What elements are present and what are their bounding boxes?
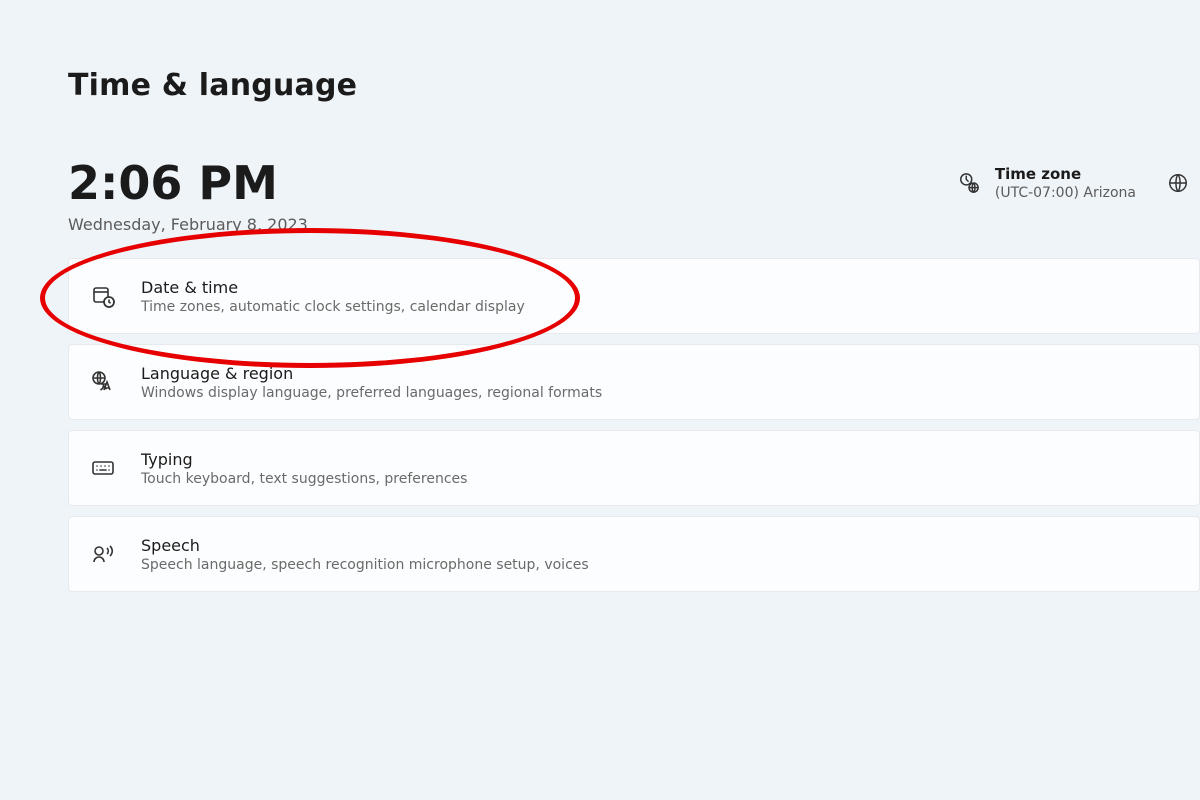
setting-date-time[interactable]: Date & time Time zones, automatic clock … [68, 258, 1200, 334]
timezone-value: (UTC-07:00) Arizona [995, 185, 1136, 201]
setting-typing[interactable]: Typing Touch keyboard, text suggestions,… [68, 430, 1200, 506]
setting-text: Date & time Time zones, automatic clock … [141, 278, 525, 315]
clock-block: 2:06 PM Wednesday, February 8, 2023 [68, 159, 308, 234]
setting-text: Speech Speech language, speech recogniti… [141, 536, 589, 573]
header-info: Time zone (UTC-07:00) Arizona [957, 165, 1190, 201]
setting-title: Date & time [141, 278, 525, 297]
settings-list: Date & time Time zones, automatic clock … [68, 258, 1200, 592]
setting-title: Speech [141, 536, 589, 555]
timezone-label: Time zone [995, 165, 1136, 183]
setting-language-region[interactable]: Language & region Windows display langua… [68, 344, 1200, 420]
time-language-page: Time & language 2:06 PM Wednesday, Febru… [0, 0, 1200, 592]
speech-icon [89, 540, 117, 568]
timezone-info[interactable]: Time zone (UTC-07:00) Arizona [957, 165, 1136, 201]
setting-text: Typing Touch keyboard, text suggestions,… [141, 450, 467, 487]
setting-subtitle: Speech language, speech recognition micr… [141, 557, 589, 573]
calendar-clock-icon [89, 282, 117, 310]
setting-subtitle: Time zones, automatic clock settings, ca… [141, 299, 525, 315]
setting-title: Typing [141, 450, 467, 469]
setting-subtitle: Windows display language, preferred lang… [141, 385, 602, 401]
globe-icon[interactable] [1166, 171, 1190, 195]
page-title: Time & language [68, 68, 1200, 103]
clock-globe-icon [957, 171, 981, 195]
setting-subtitle: Touch keyboard, text suggestions, prefer… [141, 471, 467, 487]
current-time: 2:06 PM [68, 159, 308, 207]
setting-speech[interactable]: Speech Speech language, speech recogniti… [68, 516, 1200, 592]
setting-title: Language & region [141, 364, 602, 383]
timezone-text: Time zone (UTC-07:00) Arizona [995, 165, 1136, 201]
keyboard-icon [89, 454, 117, 482]
current-date: Wednesday, February 8, 2023 [68, 215, 308, 234]
setting-text: Language & region Windows display langua… [141, 364, 602, 401]
header-row: 2:06 PM Wednesday, February 8, 2023 Time… [68, 159, 1200, 234]
language-globe-icon [89, 368, 117, 396]
